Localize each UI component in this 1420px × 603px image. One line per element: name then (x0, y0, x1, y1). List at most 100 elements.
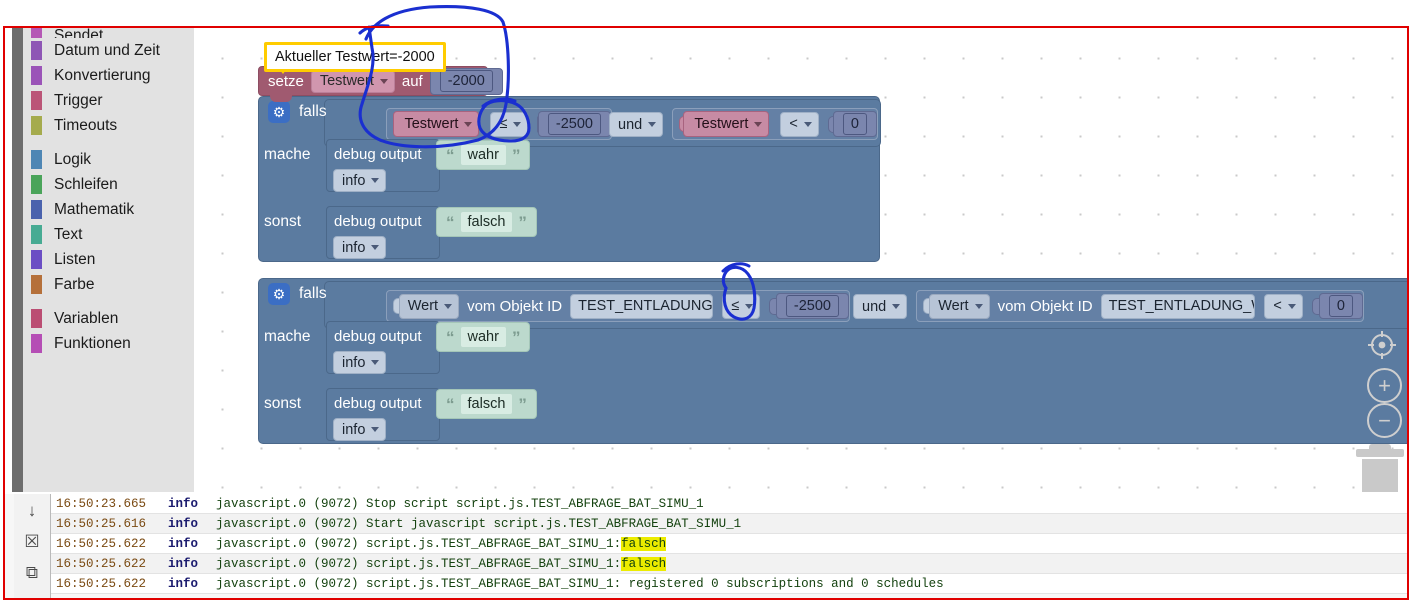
log-severity: info (168, 516, 199, 531)
setze-keyword: setze (268, 72, 304, 90)
comment-text: Aktueller Testwert=-2000 (275, 49, 435, 65)
object-id-field-2b[interactable]: TEST_ENTLADUNG_W (1100, 293, 1256, 319)
toolbox-category-logik[interactable]: Logik (23, 147, 194, 172)
toolbox-category-timeouts[interactable]: Timeouts (23, 113, 194, 138)
log-row[interactable]: 16:50:25.622 info javascript.0 (9072) scri… (51, 534, 1409, 554)
open-quote-icon: “ (446, 145, 455, 165)
clear-log-icon[interactable]: ☒ (21, 531, 43, 553)
center-workspace-button[interactable] (1366, 329, 1398, 366)
variable-dropdown-testwert[interactable]: Testwert (310, 69, 395, 93)
text-block-1b[interactable]: “ falsch ” (436, 207, 537, 237)
zoom-out-label: − (1378, 407, 1391, 433)
chevron-down-icon (464, 121, 473, 127)
toolbox-category-label: Sendet (54, 27, 104, 38)
toolbox-category-sendet[interactable]: Sendet (23, 26, 194, 38)
text-block-1a[interactable]: “ wahr ” (436, 140, 531, 170)
toolbox-category-variablen[interactable]: Variablen (23, 306, 194, 331)
category-color-swatch (31, 225, 42, 244)
text-value-2a: wahr (467, 329, 499, 345)
value-dropdown-2b[interactable]: Wert (929, 293, 990, 319)
log-severity: info (168, 536, 199, 551)
operator-dropdown-b[interactable]: < (780, 111, 819, 137)
toolbox-category-label: Konvertierung (54, 66, 151, 84)
log-row-list[interactable]: 16:50:23.665 info javascript.0 (9072) Stop… (51, 494, 1409, 598)
debug-output-label-2b: debug output (334, 395, 422, 412)
logic-join-dropdown-2[interactable]: und (853, 294, 908, 319)
if-block-2-condition-b[interactable]: Wert vom Objekt ID TEST_ENTLADUNG_W < 0 (916, 290, 1364, 322)
open-quote-icon: “ (446, 394, 455, 414)
number-field-a-minus2500[interactable]: -2500 (537, 111, 611, 137)
number-field-b-zero[interactable]: 0 (832, 111, 877, 137)
zoom-in-button[interactable]: + (1367, 368, 1402, 403)
if-block-2-falls-label: falls (299, 285, 327, 302)
log-row[interactable]: 16:50:25.622 info javascript.0 (9072) scri… (51, 574, 1409, 594)
if-block-2-condition-a[interactable]: Wert vom Objekt ID TEST_ENTLADUNG_W ≤ -2… (386, 290, 850, 322)
gear-icon[interactable]: ⚙ (268, 101, 290, 123)
toolbox-category-label: Timeouts (54, 116, 118, 134)
if-block-2-mache-label: mache (264, 328, 311, 345)
toolbox-category-label: Variablen (54, 309, 119, 327)
close-quote-icon: ” (518, 394, 527, 414)
operator-dropdown-2b[interactable]: < (1264, 293, 1303, 319)
toolbox-scrollbar-thumb[interactable] (12, 26, 23, 492)
toolbox-category-listen[interactable]: Listen (23, 247, 194, 272)
value-dropdown-2a[interactable]: Wert (398, 293, 460, 319)
log-message: javascript.0 (9072) script.js.TEST_ABFRA… (216, 536, 622, 551)
logic-join-dropdown-1[interactable]: und (609, 112, 664, 137)
log-timestamp: 16:50:25.622 (56, 576, 147, 591)
cond-b-right: 0 (850, 116, 859, 132)
toolbox-category-farbe[interactable]: Farbe (23, 272, 194, 297)
severity-dropdown-2b[interactable]: info (333, 418, 387, 441)
number-field-2b-zero[interactable]: 0 (1318, 293, 1363, 319)
open-quote-icon: “ (446, 327, 455, 347)
toolbox-scrollbar[interactable] (12, 26, 23, 492)
cond2-a-value-label: Wert (407, 298, 439, 314)
auf-keyword: auf (401, 72, 423, 90)
toolbox-category-mathematik[interactable]: Mathematik (23, 197, 194, 222)
toolbox-category-text[interactable]: Text (23, 222, 194, 247)
severity-dropdown-2a[interactable]: info (333, 351, 387, 374)
toolbox-category-funktionen[interactable]: Funktionen (23, 331, 194, 356)
toolbox-category-datum-und-zeit[interactable]: Datum und Zeit (23, 38, 194, 63)
open-quote-icon: “ (446, 212, 455, 232)
toolbox-category-list[interactable]: Sendet Datum und Zeit Konvertierung Trigger… (23, 26, 194, 492)
toolbox-category-konvertierung[interactable]: Konvertierung (23, 63, 194, 88)
text-block-2b[interactable]: “ falsch ” (436, 389, 537, 419)
log-row[interactable]: 16:50:23.665 info javascript.0 (9072) Stop… (51, 494, 1409, 514)
cond-b-left: Testwert (694, 116, 749, 132)
copy-log-icon[interactable]: ⧉ (21, 562, 43, 584)
zoom-out-button[interactable]: − (1367, 403, 1402, 438)
log-row[interactable]: 16:50:25.622 info javascript.0 (9072) scri… (51, 554, 1409, 574)
scroll-to-bottom-icon[interactable]: ↓ (21, 500, 43, 522)
chevron-down-icon (513, 121, 522, 127)
toolbox-category-trigger[interactable]: Trigger (23, 88, 194, 113)
severity-dropdown-1b[interactable]: info (333, 236, 387, 259)
variable-dropdown-testwert-b[interactable]: Testwert (683, 111, 770, 137)
toolbox-separator (23, 297, 194, 306)
if-block-1-condition-a[interactable]: Testwert ≤ -2500 (386, 108, 612, 140)
toolbox-category-label: Schleifen (54, 175, 118, 193)
toolbox-category-schleifen[interactable]: Schleifen (23, 172, 194, 197)
log-message-highlight: falsch (621, 536, 667, 551)
text-block-2a[interactable]: “ wahr ” (436, 322, 531, 352)
trash-can-icon[interactable] (1352, 444, 1408, 492)
number-field-2a-minus2500[interactable]: -2500 (775, 293, 849, 319)
log-row[interactable]: 16:50:25.616 info javascript.0 (9072) Star… (51, 514, 1409, 534)
log-severity: info (168, 576, 199, 591)
if-block-1-condition-b[interactable]: Testwert < 0 (672, 108, 878, 140)
severity-dropdown-1a[interactable]: info (333, 169, 387, 192)
cond-a-operator: ≤ (499, 116, 508, 132)
comment-bubble[interactable]: Aktueller Testwert=-2000 (264, 42, 446, 72)
category-color-swatch (31, 334, 42, 353)
object-id-field-2a[interactable]: TEST_ENTLADUNG_W (570, 293, 714, 319)
text-value-2b: falsch (467, 396, 506, 412)
operator-dropdown-a[interactable]: ≤ (490, 111, 529, 137)
variable-dropdown-testwert-a[interactable]: Testwert (393, 111, 480, 137)
severity-value-1a: info (342, 172, 366, 189)
crosshair-target-icon (1368, 331, 1396, 359)
category-color-swatch (31, 275, 42, 294)
gear-icon[interactable]: ⚙ (268, 283, 290, 305)
blockly-workspace[interactable]: Aktueller Testwert=-2000 setze Testwert … (194, 26, 1409, 492)
close-quote-icon: ” (518, 212, 527, 232)
operator-dropdown-2a[interactable]: ≤ (722, 293, 761, 319)
